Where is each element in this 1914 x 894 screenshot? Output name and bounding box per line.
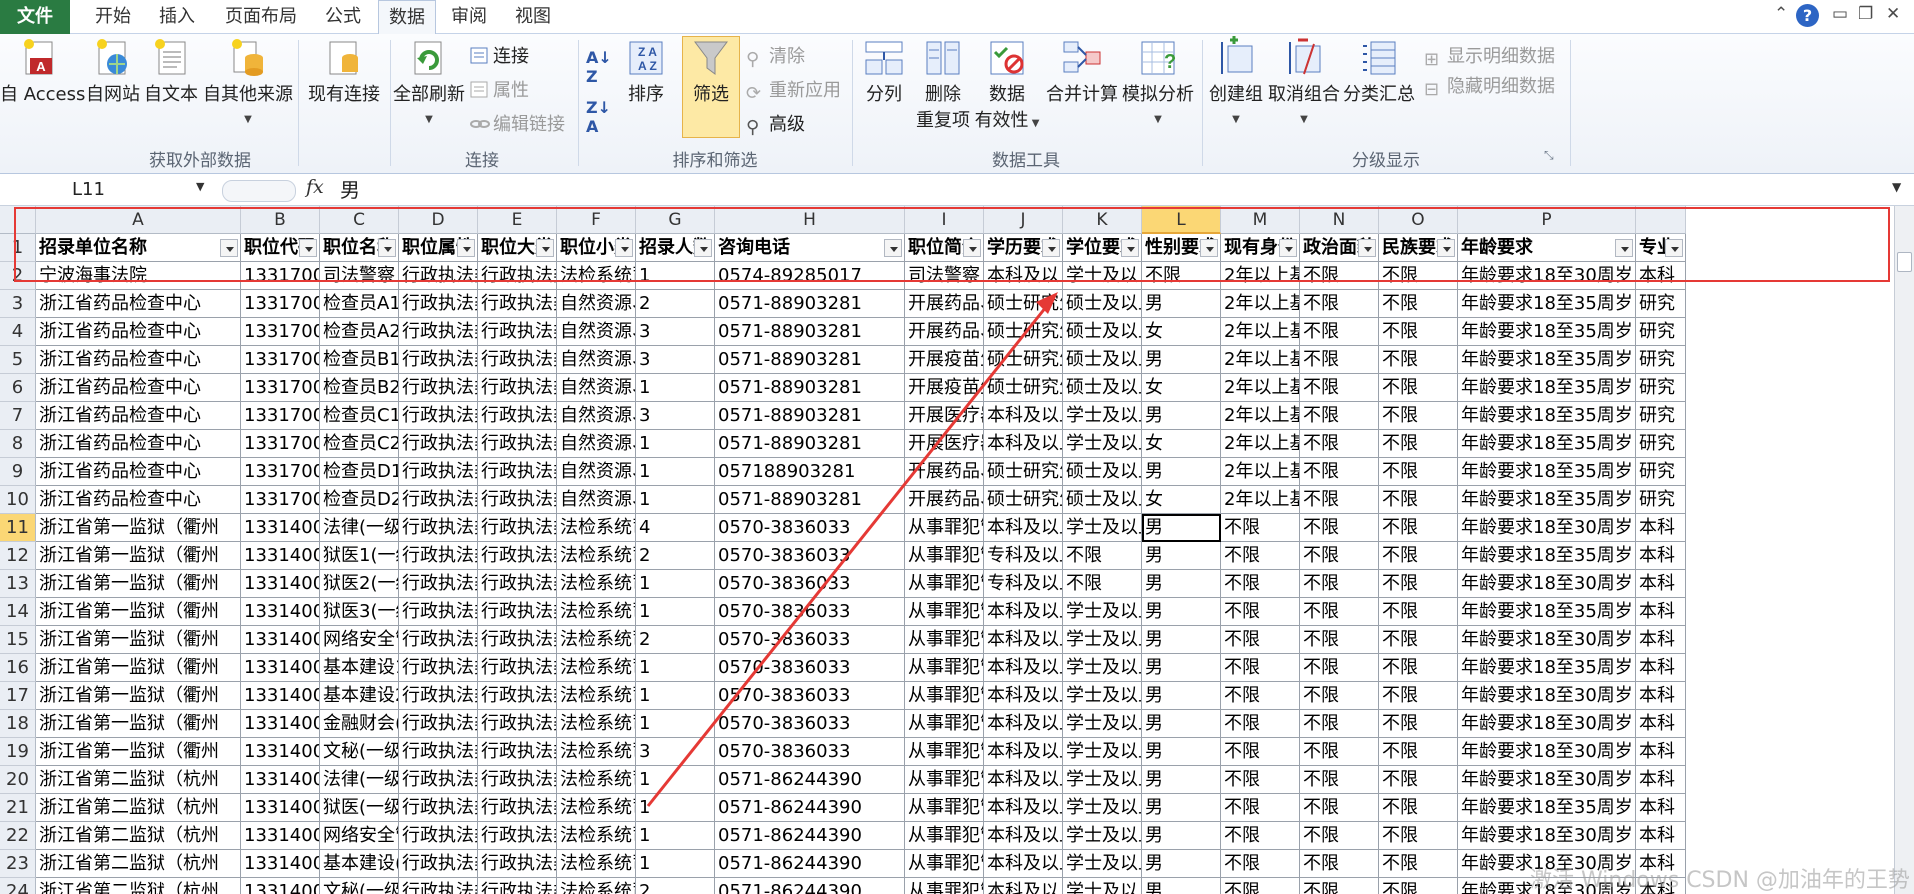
watermark-text: 激活 Windows CSDN @加油年的王势 <box>1530 868 1910 893</box>
scrollbar-thumb[interactable] <box>1897 252 1912 272</box>
annotation-red-arrow <box>646 292 1058 807</box>
vertical-scrollbar[interactable] <box>1894 206 1914 894</box>
